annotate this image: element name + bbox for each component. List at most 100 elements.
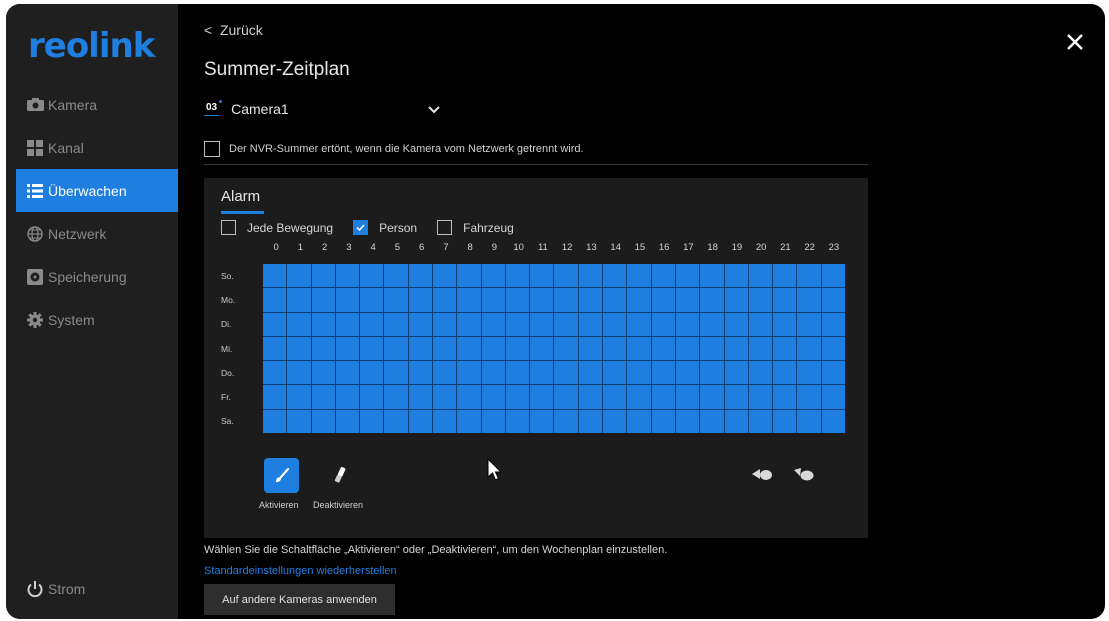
schedule-cell[interactable] — [724, 264, 748, 288]
schedule-cell[interactable] — [505, 385, 530, 409]
schedule-cell[interactable] — [505, 409, 530, 433]
schedule-cell[interactable] — [603, 336, 627, 361]
redo-button[interactable] — [792, 462, 816, 486]
schedule-cell[interactable] — [773, 385, 797, 409]
schedule-cell[interactable] — [748, 361, 773, 385]
schedule-cell[interactable] — [311, 361, 335, 385]
schedule-cell[interactable] — [748, 336, 773, 361]
schedule-cell[interactable] — [578, 409, 603, 433]
schedule-cell[interactable] — [821, 312, 845, 336]
schedule-cell[interactable] — [505, 312, 530, 336]
schedule-cell[interactable] — [675, 409, 700, 433]
undo-button[interactable] — [750, 462, 774, 486]
schedule-cell[interactable] — [433, 288, 457, 312]
schedule-cell[interactable] — [335, 409, 360, 433]
schedule-cell[interactable] — [311, 288, 335, 312]
schedule-cell[interactable] — [360, 336, 384, 361]
schedule-cell[interactable] — [724, 361, 748, 385]
schedule-cell[interactable] — [287, 312, 311, 336]
schedule-cell[interactable] — [821, 288, 845, 312]
schedule-cell[interactable] — [821, 336, 845, 361]
schedule-cell[interactable] — [700, 312, 724, 336]
schedule-cell[interactable] — [408, 264, 433, 288]
schedule-cell[interactable] — [457, 336, 481, 361]
sidebar-item-kamera[interactable]: Kamera — [16, 83, 178, 126]
schedule-cell[interactable] — [505, 264, 530, 288]
schedule-cell[interactable] — [724, 336, 748, 361]
power-button[interactable]: Strom — [16, 574, 176, 604]
schedule-cell[interactable] — [554, 361, 578, 385]
schedule-cell[interactable] — [773, 288, 797, 312]
schedule-cell[interactable] — [408, 409, 433, 433]
schedule-cell[interactable] — [797, 312, 821, 336]
sidebar-item-speicherung[interactable]: Speicherung — [16, 255, 178, 298]
schedule-cell[interactable] — [773, 264, 797, 288]
filter-person[interactable]: Person — [353, 220, 417, 235]
schedule-cell[interactable] — [360, 361, 384, 385]
schedule-cell[interactable] — [433, 336, 457, 361]
schedule-cell[interactable] — [311, 409, 335, 433]
schedule-cell[interactable] — [578, 312, 603, 336]
schedule-cell[interactable] — [748, 409, 773, 433]
schedule-cell[interactable] — [578, 385, 603, 409]
tab-alarm[interactable]: Alarm — [221, 188, 260, 205]
schedule-cell[interactable] — [384, 336, 408, 361]
apply-to-other-cameras-button[interactable]: Auf andere Kameras anwenden — [204, 584, 395, 615]
schedule-cell[interactable] — [651, 312, 675, 336]
schedule-cell[interactable] — [481, 385, 505, 409]
schedule-cell[interactable] — [797, 409, 821, 433]
schedule-cell[interactable] — [797, 336, 821, 361]
schedule-cell[interactable] — [651, 336, 675, 361]
schedule-cell[interactable] — [797, 264, 821, 288]
schedule-cell[interactable] — [457, 288, 481, 312]
activate-button[interactable] — [264, 458, 299, 493]
schedule-cell[interactable] — [627, 312, 651, 336]
schedule-cell[interactable] — [724, 288, 748, 312]
schedule-cell[interactable] — [311, 264, 335, 288]
schedule-cell[interactable] — [311, 385, 335, 409]
schedule-cell[interactable] — [603, 409, 627, 433]
schedule-cell[interactable] — [530, 288, 554, 312]
schedule-cell[interactable] — [335, 336, 360, 361]
schedule-cell[interactable] — [263, 361, 287, 385]
schedule-cell[interactable] — [700, 409, 724, 433]
schedule-cell[interactable] — [408, 312, 433, 336]
schedule-cell[interactable] — [263, 385, 287, 409]
schedule-cell[interactable] — [335, 264, 360, 288]
schedule-cell[interactable] — [651, 361, 675, 385]
schedule-cell[interactable] — [748, 312, 773, 336]
schedule-cell[interactable] — [505, 361, 530, 385]
schedule-cell[interactable] — [457, 264, 481, 288]
schedule-cell[interactable] — [360, 409, 384, 433]
schedule-cell[interactable] — [554, 385, 578, 409]
schedule-cell[interactable] — [384, 361, 408, 385]
schedule-cell[interactable] — [384, 264, 408, 288]
schedule-cell[interactable] — [578, 361, 603, 385]
schedule-grid[interactable] — [263, 264, 845, 433]
schedule-cell[interactable] — [530, 312, 554, 336]
schedule-cell[interactable] — [675, 264, 700, 288]
sidebar-item-system[interactable]: System — [16, 298, 178, 341]
schedule-cell[interactable] — [554, 264, 578, 288]
schedule-cell[interactable] — [335, 385, 360, 409]
schedule-cell[interactable] — [481, 288, 505, 312]
schedule-cell[interactable] — [627, 385, 651, 409]
schedule-cell[interactable] — [821, 409, 845, 433]
schedule-cell[interactable] — [627, 336, 651, 361]
restore-defaults-link[interactable]: Standardeinstellungen wiederherstellen — [204, 565, 397, 577]
schedule-cell[interactable] — [651, 409, 675, 433]
schedule-cell[interactable] — [384, 385, 408, 409]
schedule-cell[interactable] — [530, 264, 554, 288]
schedule-cell[interactable] — [724, 409, 748, 433]
schedule-cell[interactable] — [530, 361, 554, 385]
schedule-cell[interactable] — [263, 409, 287, 433]
schedule-cell[interactable] — [433, 264, 457, 288]
schedule-cell[interactable] — [433, 409, 457, 433]
schedule-cell[interactable] — [554, 288, 578, 312]
nvr-buzzer-checkbox[interactable] — [204, 141, 220, 157]
schedule-cell[interactable] — [384, 288, 408, 312]
filter-vehicle[interactable]: Fahrzeug — [437, 220, 514, 235]
schedule-cell[interactable] — [287, 361, 311, 385]
schedule-cell[interactable] — [287, 264, 311, 288]
schedule-cell[interactable] — [311, 312, 335, 336]
